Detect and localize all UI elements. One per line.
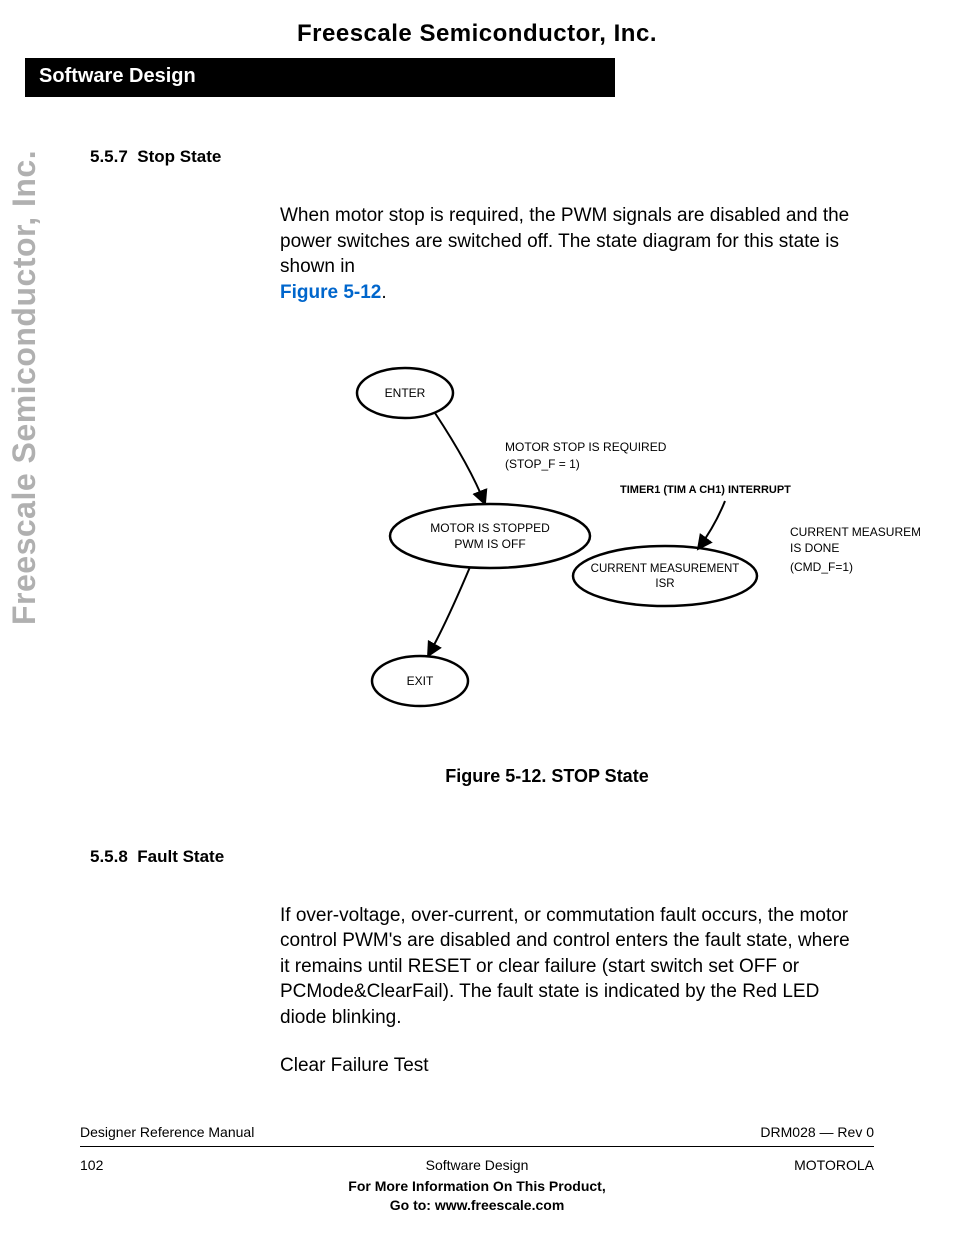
section-number-2: 5.5.8 bbox=[90, 847, 128, 866]
diagram-exit-label: EXIT bbox=[407, 674, 434, 688]
footer-doc-title: Designer Reference Manual bbox=[80, 1124, 254, 1140]
footer-doc-rev: DRM028 — Rev 0 bbox=[760, 1124, 874, 1140]
diagram-cond-line2: (STOP_F = 1) bbox=[505, 457, 580, 471]
section-title: Stop State bbox=[137, 147, 221, 166]
diagram-state1-line1: MOTOR IS STOPPED bbox=[430, 521, 550, 535]
diagram-interrupt-label: TIMER1 (TIM A CH1) INTERRUPT bbox=[620, 484, 791, 496]
fault-state-paragraph-1: If over-voltage, over-current, or commut… bbox=[280, 903, 864, 1031]
diagram-result-line1: CURRENT MEASUREMENT bbox=[790, 525, 920, 539]
period: . bbox=[381, 282, 386, 303]
sidebar-company-text: Freescale Semiconductor, Inc. bbox=[6, 150, 43, 625]
section-number: 5.5.7 bbox=[90, 147, 128, 166]
fault-state-paragraph-2: Clear Failure Test bbox=[280, 1053, 864, 1079]
diagram-state2-line2: ISR bbox=[655, 578, 674, 590]
subheading-fault-state: 5.5.8 Fault State bbox=[90, 847, 874, 867]
subheading-stop-state: 5.5.7 Stop State bbox=[90, 147, 874, 167]
diagram-state1-line2: PWM IS OFF bbox=[454, 537, 525, 551]
diagram-result-line3: (CMD_F=1) bbox=[790, 560, 853, 574]
page-footer: Designer Reference Manual DRM028 — Rev 0… bbox=[80, 1124, 874, 1215]
section-title-bar: Software Design bbox=[25, 58, 615, 97]
stop-state-paragraph: When motor stop is required, the PWM sig… bbox=[280, 203, 864, 306]
figure-link[interactable]: Figure 5-12 bbox=[280, 282, 381, 303]
diagram-result-line2: IS DONE bbox=[790, 541, 839, 555]
body-text: When motor stop is required, the PWM sig… bbox=[280, 205, 849, 277]
footer-center-title: Software Design bbox=[80, 1157, 874, 1173]
footer-more-line2: Go to: www.freescale.com bbox=[80, 1196, 874, 1215]
state-diagram: ENTER MOTOR STOP IS REQUIRED (STOP_F = 1… bbox=[320, 356, 920, 756]
figure-caption: Figure 5-12. STOP State bbox=[220, 766, 874, 787]
diagram-state2-line1: CURRENT MEASUREMENT bbox=[591, 563, 740, 575]
diagram-enter-label: ENTER bbox=[385, 386, 426, 400]
section-title-2: Fault State bbox=[137, 847, 224, 866]
diagram-cond-line1: MOTOR STOP IS REQUIRED bbox=[505, 440, 667, 454]
footer-more-line1: For More Information On This Product, bbox=[80, 1177, 874, 1196]
company-header: Freescale Semiconductor, Inc. bbox=[80, 20, 874, 48]
